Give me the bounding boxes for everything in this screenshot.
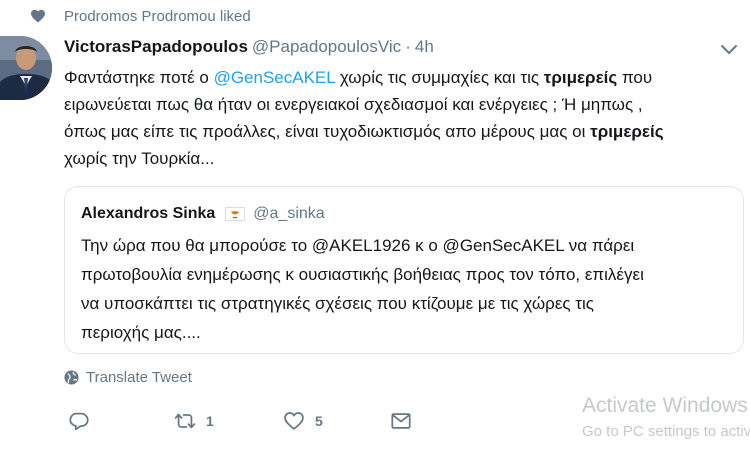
tweet-page: Prodromos Prodromou liked VictorasPapado… (0, 0, 750, 450)
heart-icon (31, 9, 45, 23)
mention-link[interactable]: @GenSecAKEL (214, 68, 336, 87)
text-segment: όπως μας είπε τις προάλλες, είναι τυχοδι… (64, 122, 591, 141)
text-segment: Φαντάστηκε ποτέ ο (64, 68, 214, 87)
header-separator: · (405, 37, 411, 56)
quoted-text-line: Την ώρα που θα μπορούσε το @AKEL1926 κ ο… (81, 236, 635, 255)
social-context-text[interactable]: Prodromos Prodromou liked (64, 8, 251, 25)
author-handle[interactable]: @PapadopoulosVic (252, 37, 401, 57)
like-count: 5 (315, 413, 323, 429)
author-display-name[interactable]: VictorasPapadopoulos (64, 37, 248, 57)
text-segment: χωρίς τις συμμαχίες και τις (335, 68, 544, 87)
windows-activation-watermark: Activate Windows Go to PC settings to ac… (582, 392, 750, 444)
avatar[interactable] (0, 36, 52, 100)
tweet-text-line: Φαντάστηκε ποτέ ο @GenSecAKEL χωρίς τις … (64, 64, 750, 91)
watermark-subtitle: Go to PC settings to activate Windows. (582, 423, 750, 440)
watermark-title: Activate Windows (582, 394, 748, 417)
text-segment: ειρωνεύεται πως θα ήταν οι ενεργειακοί σ… (64, 95, 643, 114)
tweet-header: VictorasPapadopoulos @PapadopoulosVic · … (64, 37, 434, 59)
tweet-text-line: όπως μας είπε τις προάλλες, είναι τυχοδι… (64, 118, 750, 145)
cyprus-flag-icon (225, 207, 246, 221)
quoted-tweet-header: Alexandros Sinka @a_sinka (81, 205, 325, 223)
quoted-tweet-card[interactable]: Alexandros Sinka @a_sinka Την ώρα που θα… (64, 186, 744, 354)
avatar-image (0, 36, 52, 100)
quoted-text-line: να υποσκάπτει τις στρατηγικές σχέσεις πο… (81, 294, 594, 313)
social-context: Prodromos Prodromou liked (30, 6, 251, 26)
reply-button[interactable] (68, 410, 100, 432)
retweet-icon (174, 413, 196, 429)
tweet-timestamp[interactable]: 4h (415, 37, 434, 57)
direct-message-button[interactable] (390, 410, 412, 432)
chevron-down-icon[interactable] (720, 44, 738, 56)
highlighted-keyword: τριμερείς (543, 68, 618, 87)
like-button[interactable]: 5 (283, 410, 323, 432)
quoted-tweet-text: Την ώρα που θα μπορούσε το @AKEL1926 κ ο… (81, 231, 741, 347)
tweet-text-line: ειρωνεύεται πως θα ήταν οι ενεργειακοί σ… (64, 91, 750, 118)
quoted-author-name: Alexandros Sinka (81, 205, 216, 222)
reply-icon (69, 412, 89, 431)
retweet-count: 1 (206, 413, 214, 429)
quoted-text-line: πρωτοβουλία ενημέρωσης κ ουσιαστικής βοή… (81, 265, 644, 284)
quoted-author-handle: @a_sinka (253, 205, 325, 222)
like-heart-icon (284, 412, 304, 430)
translate-tweet-link[interactable]: Translate Tweet (64, 369, 192, 386)
text-segment: που (617, 68, 653, 87)
tweet-text-line: χωρίς την Τουρκία... (64, 145, 750, 172)
retweet-button[interactable]: 1 (174, 410, 214, 432)
translate-tweet-label: Translate Tweet (86, 369, 192, 386)
highlighted-keyword: τριμερείς (590, 122, 664, 141)
tweet-text: Φαντάστηκε ποτέ ο @GenSecAKEL χωρίς τις … (64, 64, 750, 172)
quoted-text-line: περιοχής μας.... (81, 323, 201, 342)
globe-icon (64, 370, 79, 385)
envelope-icon (391, 413, 411, 429)
text-segment: χωρίς την Τουρκία... (64, 149, 215, 168)
